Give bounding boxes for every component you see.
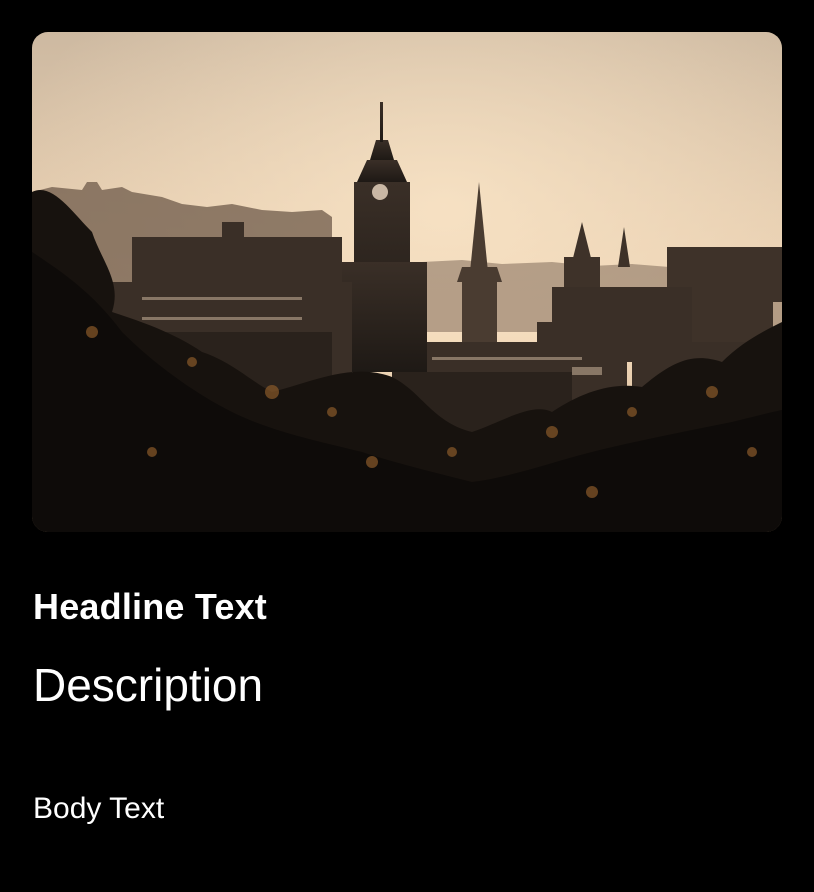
city-skyline-photo [32, 32, 782, 532]
headline-text: Headline Text [33, 586, 267, 627]
body-text: Body Text [33, 792, 165, 825]
description-text: Description [33, 659, 264, 711]
hero-image [32, 32, 782, 532]
media-card: Headline Text Description Body Text [0, 0, 814, 892]
